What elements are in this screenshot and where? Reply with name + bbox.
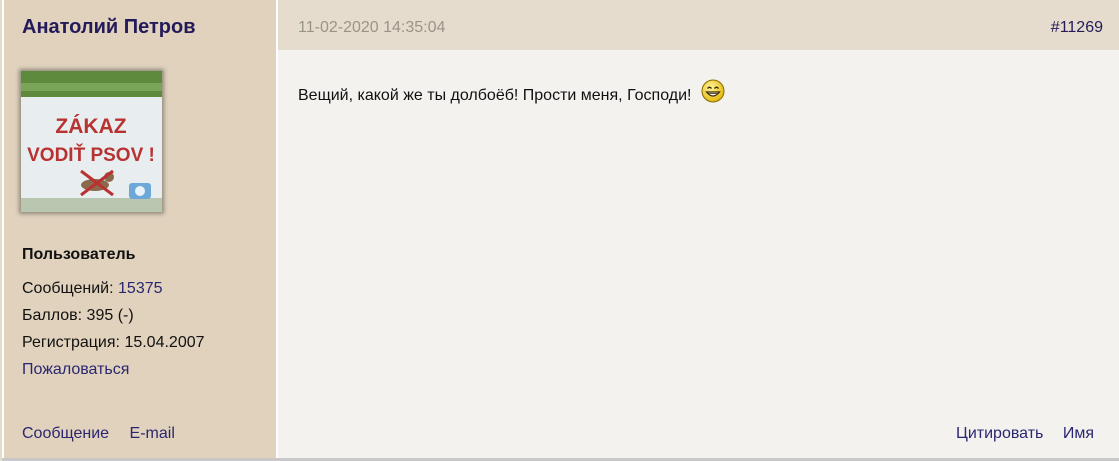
post-actions: Цитировать Имя [941,425,1094,443]
send-message-link[interactable]: Сообщение [22,425,109,442]
quote-link[interactable]: Цитировать [956,425,1043,442]
avatar: ZÁKAZ VODIŤ PSOV ! [21,71,162,212]
author-actions: Сообщение E-mail [22,425,191,443]
forum-post: Анатолий Петров ZÁKAZ VODIŤ PSOV ! Польз… [0,0,1119,461]
registration-label: Регистрация: [22,334,120,351]
complain-link[interactable]: Пожаловаться [22,361,129,379]
avatar-image: ZÁKAZ VODIŤ PSOV ! [21,71,162,212]
post-date: 11-02-2020 14:35:04 [298,19,446,36]
points-stat: Баллов: 395 (-) [22,307,134,325]
post-permalink[interactable]: #11269 [1051,19,1103,37]
avatar-text-line1: ZÁKAZ [55,115,126,138]
points-value: 395 (-) [86,307,134,324]
camera-icon [129,183,151,199]
author-sidebar: Анатолий Петров ZÁKAZ VODIŤ PSOV ! Польз… [4,0,276,458]
messages-label: Сообщений: [22,280,114,297]
registration-date: 15.04.2007 [124,334,205,351]
post-text: Вещий, какой же ты долбоёб! Прости меня,… [298,87,692,104]
author-name[interactable]: Анатолий Петров [22,16,196,39]
user-role: Пользователь [22,246,136,263]
registration-stat: Регистрация: 15.04.2007 [22,334,205,352]
messages-stat: Сообщений: 15375 [22,280,163,298]
messages-count-link[interactable]: 15375 [118,280,163,297]
points-label: Баллов: [22,307,83,324]
post-body: Вещий, какой же ты долбоёб! Прости меня,… [298,79,725,108]
avatar-text-line2: VODIŤ PSOV ! [27,144,155,166]
grin-smiley-icon [701,79,725,108]
post-header: 11-02-2020 14:35:04 #11269 [278,0,1119,50]
name-link[interactable]: Имя [1063,425,1094,442]
post-main: 11-02-2020 14:35:04 #11269 Вещий, какой … [278,0,1119,458]
email-link[interactable]: E-mail [130,425,175,442]
